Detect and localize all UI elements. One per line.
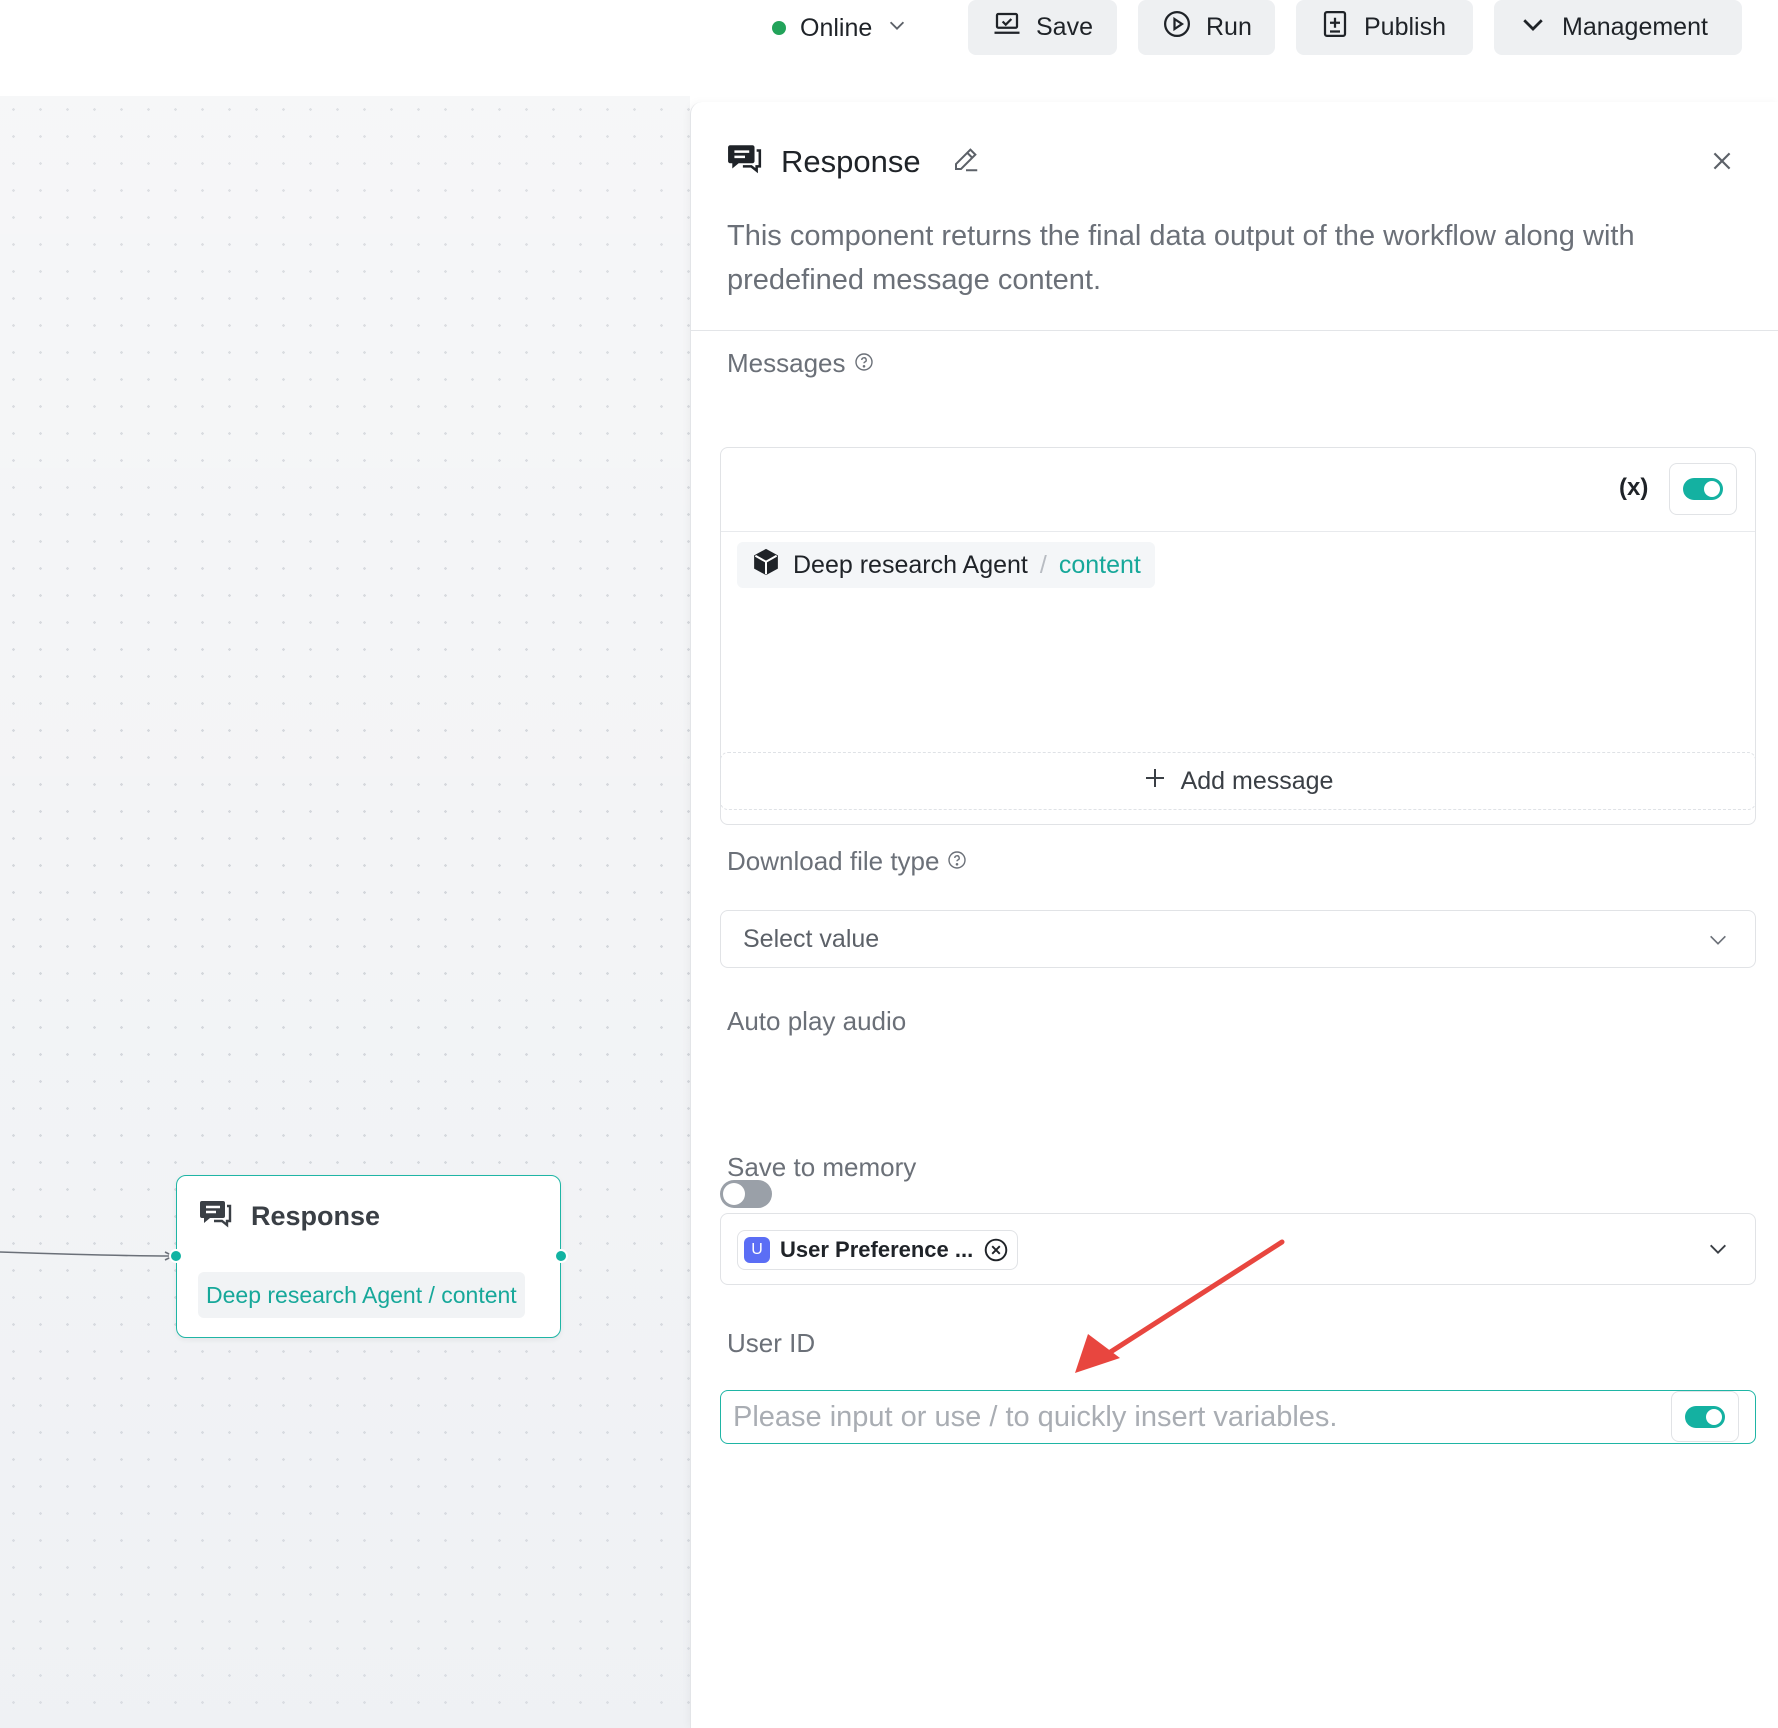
toggle-switch-on (1685, 1405, 1725, 1428)
chevron-down-icon (1518, 9, 1548, 46)
node-title: Response (251, 1201, 381, 1231)
management-button[interactable]: Management (1494, 0, 1742, 55)
download-file-type-label-text: Download file type (727, 846, 940, 876)
save-button[interactable]: Save (968, 0, 1117, 55)
panel-header: Response (727, 142, 981, 181)
response-node[interactable]: Response Deep research Agent / content (176, 1175, 561, 1338)
message-mode-toggle[interactable] (1669, 463, 1737, 515)
cube-icon (751, 547, 781, 584)
status-dropdown[interactable]: Online (772, 8, 908, 48)
management-label: Management (1562, 13, 1708, 41)
auto-play-audio-label: Auto play audio (727, 1006, 906, 1037)
chevron-down-icon (1707, 929, 1729, 951)
node-connection-edge (0, 1251, 175, 1261)
messages-label-text: Messages (727, 348, 846, 378)
chevron-down-icon (886, 14, 908, 43)
add-message-button[interactable]: Add message (720, 752, 1756, 810)
message-icon (199, 1198, 233, 1235)
publish-label: Publish (1364, 13, 1446, 41)
laptop-save-icon (992, 9, 1022, 46)
memory-badge: U (744, 1237, 770, 1263)
messages-label: Messages (727, 348, 874, 379)
publish-button[interactable]: Publish (1296, 0, 1473, 55)
memory-chip: U User Preference ... (737, 1230, 1019, 1270)
message-editor-toolbar: (x) (721, 448, 1755, 532)
save-label: Save (1036, 13, 1093, 41)
app-root: Online Save Run Publish Management Respo… (0, 0, 1778, 1728)
insert-variable-icon[interactable]: (x) (1619, 474, 1648, 502)
edit-pencil-icon[interactable] (951, 144, 981, 179)
reference-agent-name: Deep research Agent (793, 550, 1028, 579)
variable-reference-chip[interactable]: Deep research Agent / content (737, 542, 1155, 588)
memory-name: User Preference ... (780, 1237, 974, 1262)
help-icon[interactable] (854, 348, 874, 379)
user-id-label: User ID (727, 1328, 815, 1359)
user-id-label-text: User ID (727, 1328, 816, 1358)
user-id-input[interactable] (733, 1397, 1663, 1437)
user-id-field[interactable] (720, 1390, 1756, 1444)
node-reference-tag: Deep research Agent / content (198, 1272, 525, 1318)
node-input-handle[interactable] (169, 1249, 183, 1263)
workflow-canvas[interactable] (0, 96, 690, 1728)
reference-separator: / (1039, 550, 1047, 579)
add-message-label: Add message (1180, 766, 1334, 795)
play-circle-icon (1162, 9, 1192, 46)
chevron-down-icon (1707, 1238, 1729, 1260)
status-label: Online (800, 13, 873, 42)
node-output-handle[interactable] (554, 1249, 568, 1263)
save-to-memory-label: Save to memory (727, 1152, 916, 1183)
download-file-type-label: Download file type (727, 846, 967, 877)
save-to-memory-label-text: Save to memory (727, 1152, 917, 1182)
plus-icon (1143, 766, 1167, 797)
publish-icon (1320, 9, 1350, 46)
user-id-mode-toggle[interactable] (1671, 1391, 1739, 1442)
top-toolbar: Online Save Run Publish Management (0, 0, 1778, 96)
remove-circle-icon[interactable] (983, 1237, 1009, 1263)
run-button[interactable]: Run (1138, 0, 1275, 55)
reference-field-name: content (1058, 550, 1141, 579)
help-icon[interactable] (947, 846, 967, 877)
save-to-memory-select[interactable]: U User Preference ... (720, 1213, 1756, 1285)
message-icon (727, 142, 763, 181)
toggle-switch-on (1683, 478, 1723, 500)
download-file-type-select[interactable]: Select value (720, 910, 1756, 968)
header-divider (691, 330, 1778, 331)
auto-play-audio-switch[interactable] (720, 1180, 772, 1208)
online-status-dot (772, 21, 786, 35)
panel-description: This component returns the final data ou… (727, 220, 1635, 296)
node-header: Response (199, 1198, 380, 1235)
panel-title: Response (781, 143, 921, 179)
select-placeholder: Select value (743, 925, 880, 953)
close-icon[interactable] (1709, 148, 1735, 174)
node-config-panel: Response This component returns the fina… (690, 102, 1778, 1728)
run-label: Run (1206, 13, 1252, 41)
auto-play-audio-label-text: Auto play audio (727, 1006, 907, 1036)
